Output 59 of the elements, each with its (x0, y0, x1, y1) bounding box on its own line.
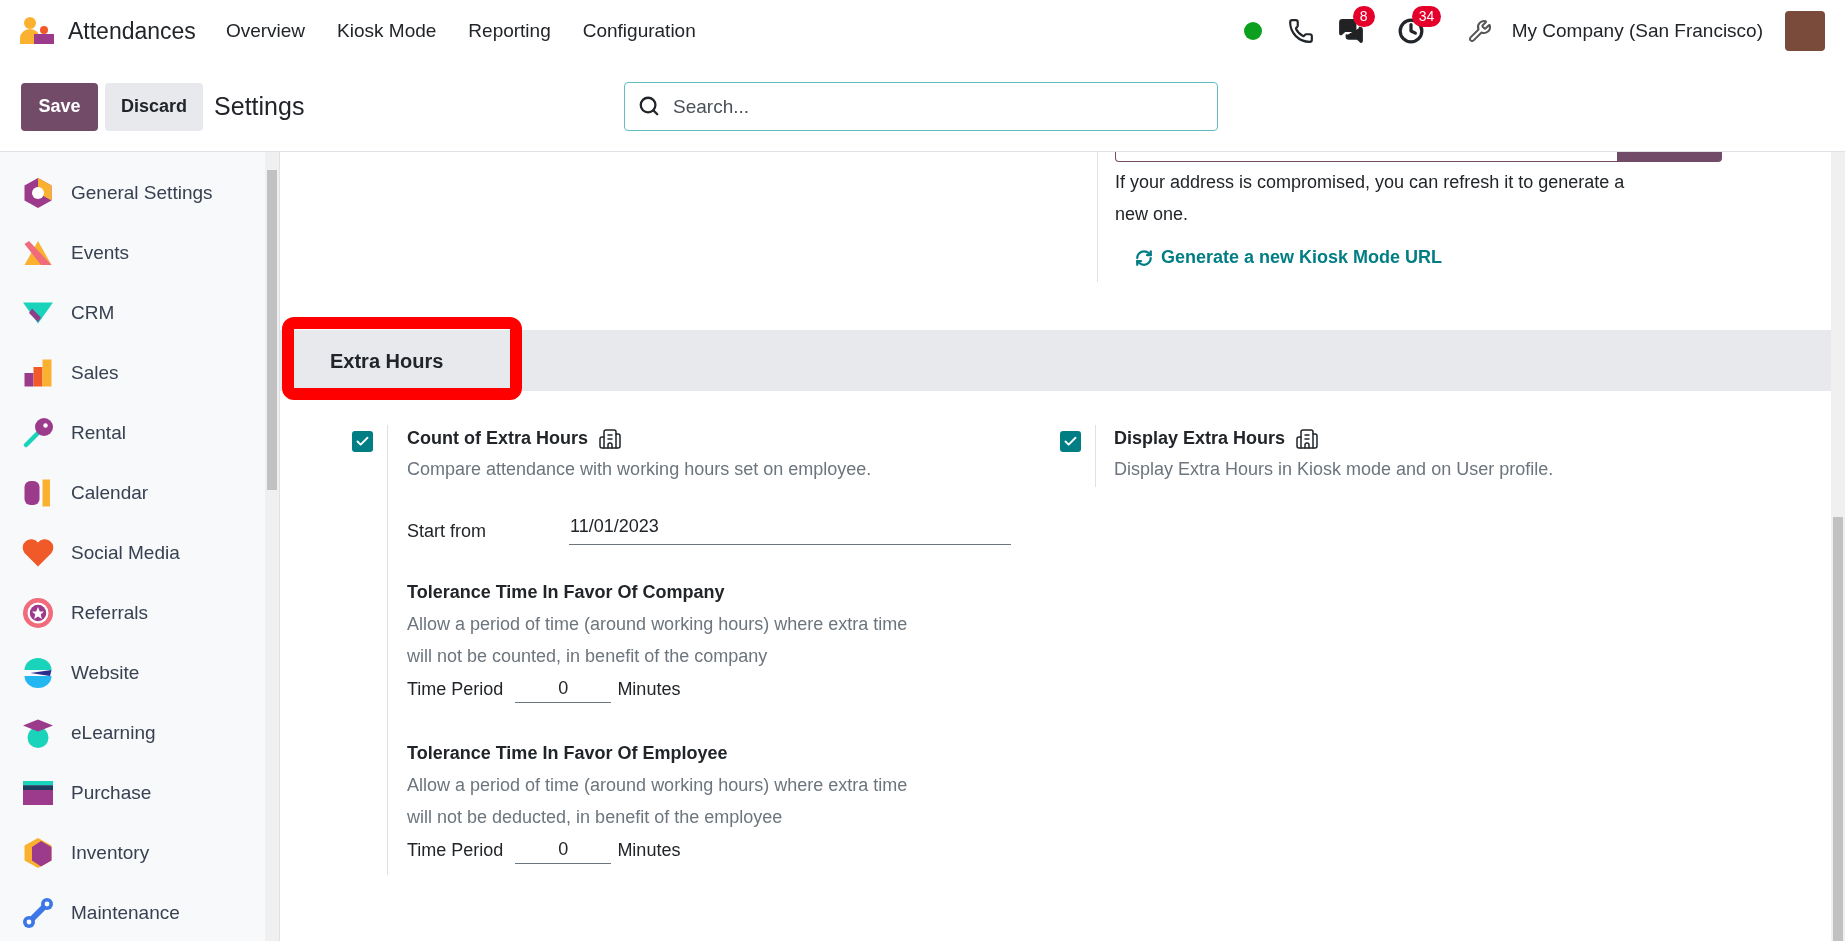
setting-title: Display Extra Hours (1114, 427, 1286, 450)
check-icon (355, 434, 370, 449)
sidebar-item[interactable]: Referrals (0, 583, 265, 643)
sidebar-item[interactable]: General Settings (0, 163, 265, 223)
menu-item[interactable]: Configuration (582, 16, 696, 46)
setting-title: Tolerance Time In Favor Of Company (407, 581, 726, 604)
setting-title: Count of Extra Hours (407, 427, 588, 450)
setting-description: Compare attendance with working hours set on employee. (407, 458, 873, 481)
field-label: Time Period (407, 677, 504, 701)
activity-count: 34 (1411, 6, 1442, 27)
sidebar-item[interactable]: Purchase (0, 763, 265, 823)
section-title: Extra Hours (330, 348, 444, 374)
generate-url-link[interactable]: Generate a new Kiosk Mode URL (1135, 244, 1722, 271)
setting-description: Allow a period of time (around working hours) where extra time will not be deducted, in benefit of the employee (407, 774, 909, 829)
scrollbar[interactable] (1831, 152, 1845, 941)
tools-icon[interactable] (1467, 19, 1492, 43)
checkbox[interactable] (1060, 431, 1081, 452)
setting-title: Tolerance Time In Favor Of Employee (407, 742, 729, 765)
page-title: Settings (214, 90, 305, 122)
sidebar-item[interactable]: Inventory (0, 823, 265, 883)
sidebar-item[interactable]: Events (0, 223, 265, 283)
sidebar-item[interactable]: Maintenance (0, 883, 265, 941)
company-switcher[interactable]: My Company (San Francisco) (1511, 16, 1763, 46)
field-label: Time Period (407, 838, 504, 862)
star-badge-icon (20, 595, 56, 631)
scrollbar[interactable] (265, 152, 279, 941)
minutes-input[interactable]: 0 (515, 675, 612, 703)
checkbox[interactable] (352, 431, 373, 452)
minutes-input[interactable]: 0 (515, 836, 612, 864)
setting-description: Allow a period of time (around working hours) where extra time will not be counted, in benefit of the company (407, 613, 909, 668)
sidebar-item[interactable]: Rental (0, 403, 265, 463)
sidebar-item[interactable]: CRM (0, 283, 265, 343)
search-icon (638, 95, 660, 117)
sidebar-item[interactable]: Sales (0, 343, 265, 403)
refresh-icon (1135, 248, 1153, 267)
kiosk-note: If your address is compromised, you can refresh it to generate a new one. (1115, 171, 1626, 226)
menu-item[interactable]: Overview (225, 16, 306, 46)
app-name[interactable]: Attendances (68, 13, 196, 49)
date-input[interactable]: 11/01/2023 (569, 513, 1011, 545)
people-logo-icon (20, 16, 54, 46)
save-button[interactable]: Save (21, 82, 98, 131)
unit-label: Minutes (617, 838, 681, 862)
sidebar-item[interactable]: Calendar (0, 463, 265, 523)
menu-item[interactable]: Reporting (468, 16, 551, 46)
chain-icon (20, 895, 56, 931)
field-label: Start from (407, 520, 487, 543)
search-field[interactable]: Search... (624, 82, 1218, 131)
menu-item[interactable]: Kiosk Mode (337, 16, 437, 46)
discard-button[interactable]: Discard (105, 82, 204, 131)
sidebar-item[interactable]: eLearning (0, 703, 265, 763)
check-icon (1063, 434, 1078, 449)
building-icon (1295, 426, 1320, 451)
building-icon (598, 426, 622, 451)
sidebar-item[interactable]: Website (0, 643, 265, 703)
setting-description: Display Extra Hours in Kiosk mode and on User profile. (1114, 458, 1554, 481)
sidebar-item[interactable]: Social Media (0, 523, 265, 583)
message-count: 8 (1352, 6, 1375, 27)
phone-icon[interactable] (1287, 18, 1314, 44)
unit-label: Minutes (617, 677, 681, 701)
